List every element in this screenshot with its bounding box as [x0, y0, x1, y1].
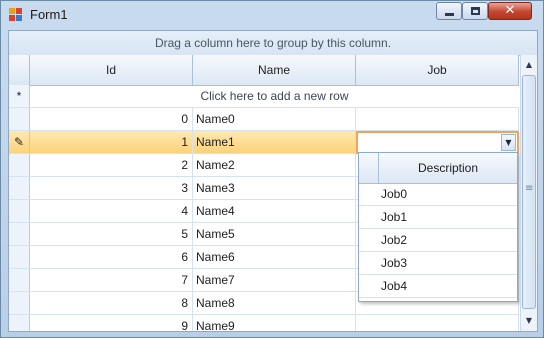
minimize-button[interactable]	[436, 2, 462, 20]
cell-name[interactable]: Name6	[193, 246, 356, 268]
cell-name[interactable]: Name0	[193, 108, 356, 130]
popup-column-header-description[interactable]: Description	[379, 153, 517, 183]
cell-id[interactable]: 5	[30, 223, 193, 245]
app-icon[interactable]	[9, 8, 23, 22]
column-header-name[interactable]: Name	[193, 55, 356, 85]
dropdown-list-item[interactable]: Job3	[359, 252, 517, 275]
column-header-job[interactable]: Job	[356, 55, 519, 85]
table-row[interactable]: ✎ 1 Name1 ▼	[9, 131, 519, 154]
new-row-text[interactable]: Click here to add a new row	[30, 85, 519, 107]
row-indicator[interactable]	[9, 246, 30, 268]
edit-pencil-icon[interactable]: ✎	[9, 131, 30, 153]
window-controls: ✕	[436, 2, 541, 21]
cell-id[interactable]: 4	[30, 200, 193, 222]
dropdown-list-item[interactable]: Job2	[359, 229, 517, 252]
popup-indicator-header	[359, 153, 379, 183]
dropdown-arrow-icon[interactable]: ▼	[501, 134, 516, 151]
cell-id[interactable]: 7	[30, 269, 193, 291]
cell-id[interactable]: 9	[30, 315, 193, 331]
cell-id[interactable]: 0	[30, 108, 193, 130]
column-header-id[interactable]: Id	[30, 55, 193, 85]
job-dropdown-popup: Description Job0 Job1 Job2 Job3 Job4	[358, 152, 518, 302]
row-indicator[interactable]	[9, 269, 30, 291]
close-button[interactable]: ✕	[488, 2, 532, 20]
title-bar[interactable]: Form1 ✕	[1, 1, 543, 29]
cell-job[interactable]	[356, 108, 519, 130]
minimize-icon	[445, 13, 454, 16]
maximize-icon	[471, 7, 480, 15]
cell-name[interactable]: Name9	[193, 315, 356, 331]
cell-id[interactable]: 1	[30, 131, 193, 153]
grip-icon: ≡	[525, 183, 534, 194]
cell-name[interactable]: Name2	[193, 154, 356, 176]
cell-id[interactable]: 2	[30, 154, 193, 176]
row-indicator[interactable]	[9, 154, 30, 176]
scroll-up-icon[interactable]: ▲	[521, 57, 537, 73]
dropdown-list-item[interactable]: Job0	[359, 183, 517, 206]
cell-name[interactable]: Name5	[193, 223, 356, 245]
row-indicator-header[interactable]	[9, 55, 30, 85]
vertical-scrollbar[interactable]: ▲ ≡ ▼	[520, 55, 537, 331]
dropdown-list-item[interactable]: Job4	[359, 275, 517, 298]
window-title: Form1	[30, 7, 68, 22]
group-by-panel[interactable]: Drag a column here to group by this colu…	[9, 31, 537, 56]
cell-id[interactable]: 3	[30, 177, 193, 199]
cell-job[interactable]	[356, 315, 519, 331]
dropdown-item-label: Job0	[381, 187, 408, 201]
row-indicator[interactable]	[9, 292, 30, 314]
row-indicator[interactable]	[9, 223, 30, 245]
row-indicator[interactable]	[9, 177, 30, 199]
form1-window: Form1 ✕ Drag a column here to group by t…	[0, 0, 544, 338]
dropdown-item-label: Job4	[381, 279, 408, 293]
row-indicator[interactable]	[9, 315, 30, 331]
maximize-button[interactable]	[462, 2, 488, 20]
new-row-indicator: *	[9, 85, 30, 107]
new-item-row[interactable]: * Click here to add a new row	[9, 85, 519, 108]
popup-header-row: Description	[359, 153, 517, 184]
dropdown-list-item[interactable]: Job1	[359, 206, 517, 229]
cell-name[interactable]: Name7	[193, 269, 356, 291]
scroll-down-icon[interactable]: ▼	[521, 313, 537, 329]
cell-name[interactable]: Name1	[193, 131, 356, 153]
table-row[interactable]: 0 Name0	[9, 108, 519, 131]
job-combobox-editor[interactable]: ▼	[356, 131, 519, 154]
dropdown-item-label: Job2	[381, 233, 408, 247]
row-indicator[interactable]	[9, 200, 30, 222]
cell-name[interactable]: Name3	[193, 177, 356, 199]
scroll-thumb[interactable]: ≡	[522, 75, 536, 309]
dropdown-item-label: Job1	[381, 210, 408, 224]
close-icon: ✕	[504, 3, 516, 18]
cell-name[interactable]: Name8	[193, 292, 356, 314]
cell-id[interactable]: 6	[30, 246, 193, 268]
dropdown-item-label: Job3	[381, 256, 408, 270]
cell-name[interactable]: Name4	[193, 200, 356, 222]
cell-id[interactable]: 8	[30, 292, 193, 314]
column-header-row: Id Name Job	[9, 55, 519, 86]
grid-control: Drag a column here to group by this colu…	[8, 30, 538, 332]
table-row[interactable]: 9 Name9	[9, 315, 519, 331]
row-indicator[interactable]	[9, 108, 30, 130]
